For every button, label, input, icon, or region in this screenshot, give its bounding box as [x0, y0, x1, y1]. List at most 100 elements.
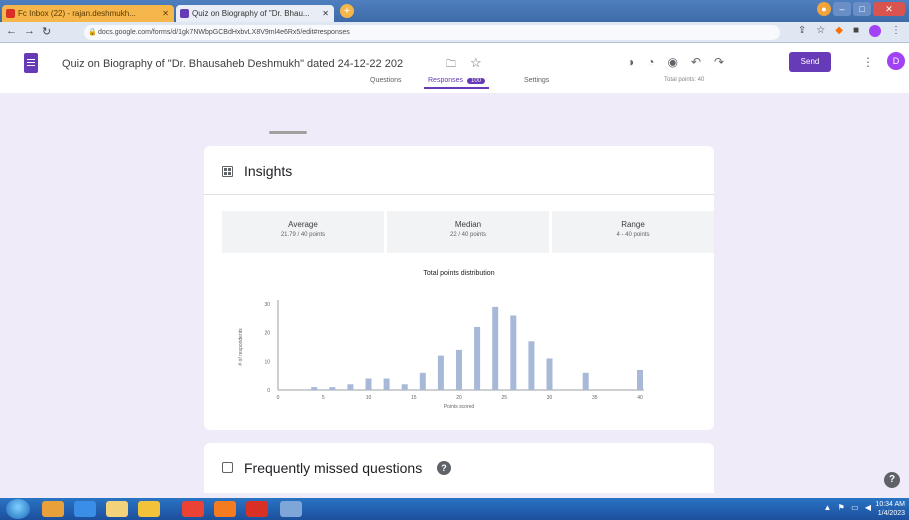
x-tick-label: 25: [501, 395, 507, 401]
chart-bar: [510, 315, 517, 390]
menu-icon[interactable]: ⋮: [891, 25, 901, 37]
forward-icon[interactable]: →: [24, 25, 35, 37]
avatar[interactable]: D: [887, 52, 905, 70]
chart-bar: [492, 306, 499, 390]
customize-theme-icon[interactable]: ◑: [627, 55, 634, 69]
folder-icon[interactable]: [106, 501, 128, 517]
browser-tab-label: Quiz on Biography of "Dr. Bhau...: [192, 9, 310, 18]
chart-bar: [347, 384, 354, 390]
x-tick-label: 35: [592, 395, 598, 401]
preview-eye-icon[interactable]: ◉: [668, 55, 678, 69]
star-icon[interactable]: ☆: [470, 55, 482, 71]
header-actions: ◑ ◔ ◉ ↶ ↷: [627, 55, 724, 69]
chart-bar: [474, 326, 481, 390]
tab-responses-label: Responses: [428, 77, 464, 84]
chart-bar: [437, 355, 444, 390]
tab-settings[interactable]: Settings: [524, 77, 549, 84]
y-axis-label: # of respondents: [238, 328, 244, 366]
chart-bar: [419, 372, 426, 390]
browser-tab-quiz[interactable]: Quiz on Biography of "Dr. Bhau... ✕: [176, 5, 334, 22]
tab-questions[interactable]: Questions: [370, 77, 402, 84]
new-tab-icon[interactable]: +: [340, 4, 354, 18]
minimize-icon[interactable]: –: [833, 2, 851, 16]
points-distribution-chart: 0 10 20 30 0 5 10 15 20 25 30 35 40 Points scored # of…: [238, 300, 644, 410]
url-input[interactable]: 🔒 docs.google.com/forms/d/1gk7NWbpGCBdHx…: [84, 25, 780, 40]
google-icon[interactable]: [246, 501, 268, 517]
y-tick-label: 10: [264, 359, 270, 365]
chart-bar: [637, 369, 643, 390]
folder-icon[interactable]: 🗀: [446, 57, 456, 74]
browser-toolbar: ⇪ ☆ ◆ ■ ⋮: [798, 25, 901, 37]
y-tick-label: 30: [264, 302, 270, 308]
y-tick-label: 20: [264, 331, 270, 337]
palette-icon[interactable]: ◔: [647, 55, 654, 69]
internet-explorer-icon[interactable]: [74, 501, 96, 517]
profile-icon[interactable]: ●: [817, 2, 831, 16]
x-tick-label: 20: [456, 395, 462, 401]
close-tab-icon[interactable]: ✕: [322, 5, 329, 22]
range-label: Range: [621, 220, 645, 229]
x-tick-label: 30: [547, 395, 553, 401]
total-points-label: Total points: 40: [664, 77, 705, 83]
extension-icon[interactable]: ◆: [835, 25, 843, 37]
form-nav-tabs: Questions Responses 100 Settings Total p…: [0, 73, 909, 93]
divider: [204, 194, 714, 195]
office-icon[interactable]: [42, 501, 64, 517]
chrome-browser-icon[interactable]: [182, 501, 204, 517]
form-title[interactable]: Quiz on Biography of "Dr. Bhausaheb Desh…: [62, 58, 403, 70]
response-count-badge: 100: [466, 78, 485, 84]
x-tick-label: 15: [411, 395, 417, 401]
reload-icon[interactable]: ↻: [42, 25, 51, 38]
x-tick-label: 10: [366, 395, 372, 401]
redo-icon[interactable]: ↷: [714, 55, 724, 69]
chrome-icon[interactable]: [138, 501, 160, 517]
x-tick-label: 0: [277, 395, 280, 401]
maximize-icon[interactable]: □: [853, 2, 871, 16]
forms-header: Quiz on Biography of "Dr. Bhausaheb Desh…: [0, 43, 909, 93]
questions-list-icon: [222, 462, 233, 473]
help-icon[interactable]: ?: [437, 461, 451, 475]
browser-tab-inbox[interactable]: Fc Inbox (22) - rajan.deshmukh... ✕: [2, 5, 174, 22]
extensions-puzzle-icon[interactable]: ■: [853, 25, 859, 37]
more-options-icon[interactable]: ⋮: [862, 55, 874, 69]
lock-icon: 🔒: [88, 29, 97, 36]
url-text: docs.google.com/forms/d/1gk7NWbpGCBdHxbv…: [98, 29, 350, 36]
insights-title: Insights: [244, 163, 293, 179]
close-tab-icon[interactable]: ✕: [162, 5, 169, 22]
missed-questions-card: Frequently missed questions ?: [204, 443, 714, 493]
back-icon[interactable]: ←: [6, 25, 17, 37]
system-tray[interactable]: ▲ ⚑ ▭ ◀: [824, 503, 873, 512]
bookmark-star-icon[interactable]: ☆: [816, 25, 825, 37]
insights-card: Insights Average 21.79 / 40 points Media…: [204, 146, 714, 430]
chart-bar: [456, 349, 462, 390]
chart-bar: [546, 358, 553, 390]
median-stat: Median 22 / 40 points: [387, 211, 549, 253]
chart-bar: [528, 341, 535, 390]
taskbar: ▲ ⚑ ▭ ◀ 10:34 AM 1/4/2023: [0, 498, 909, 520]
summary-tab-indicator: [269, 131, 307, 134]
share-icon[interactable]: ⇪: [798, 25, 806, 37]
browser-tab-strip: Fc Inbox (22) - rajan.deshmukh... ✕ Quiz…: [0, 0, 909, 22]
x-axis-label: Points scored: [444, 404, 475, 410]
undo-icon[interactable]: ↶: [691, 55, 701, 69]
window-controls: ● – □ ✕: [817, 2, 905, 18]
send-button[interactable]: Send: [789, 52, 831, 72]
profile-avatar-icon[interactable]: [869, 25, 881, 37]
y-tick-label: 0: [267, 388, 270, 394]
range-value: 4 - 40 points: [616, 232, 650, 238]
average-stat: Average 21.79 / 40 points: [222, 211, 384, 253]
clock[interactable]: 10:34 AM 1/4/2023: [875, 500, 905, 518]
close-window-icon[interactable]: ✕: [873, 2, 905, 16]
paint-icon[interactable]: [280, 501, 302, 517]
forms-logo-icon[interactable]: [24, 53, 38, 73]
start-button[interactable]: [6, 499, 30, 519]
chart-bar: [401, 384, 408, 390]
help-fab-icon[interactable]: ?: [884, 472, 900, 488]
average-value: 21.79 / 40 points: [280, 232, 326, 238]
tab-responses[interactable]: Responses 100: [424, 77, 489, 89]
range-stat: Range 4 - 40 points: [552, 211, 714, 253]
average-label: Average: [288, 220, 318, 229]
chart-title: Total points distribution: [423, 270, 495, 277]
x-tick-label: 5: [322, 395, 325, 401]
media-player-icon[interactable]: [214, 501, 236, 517]
